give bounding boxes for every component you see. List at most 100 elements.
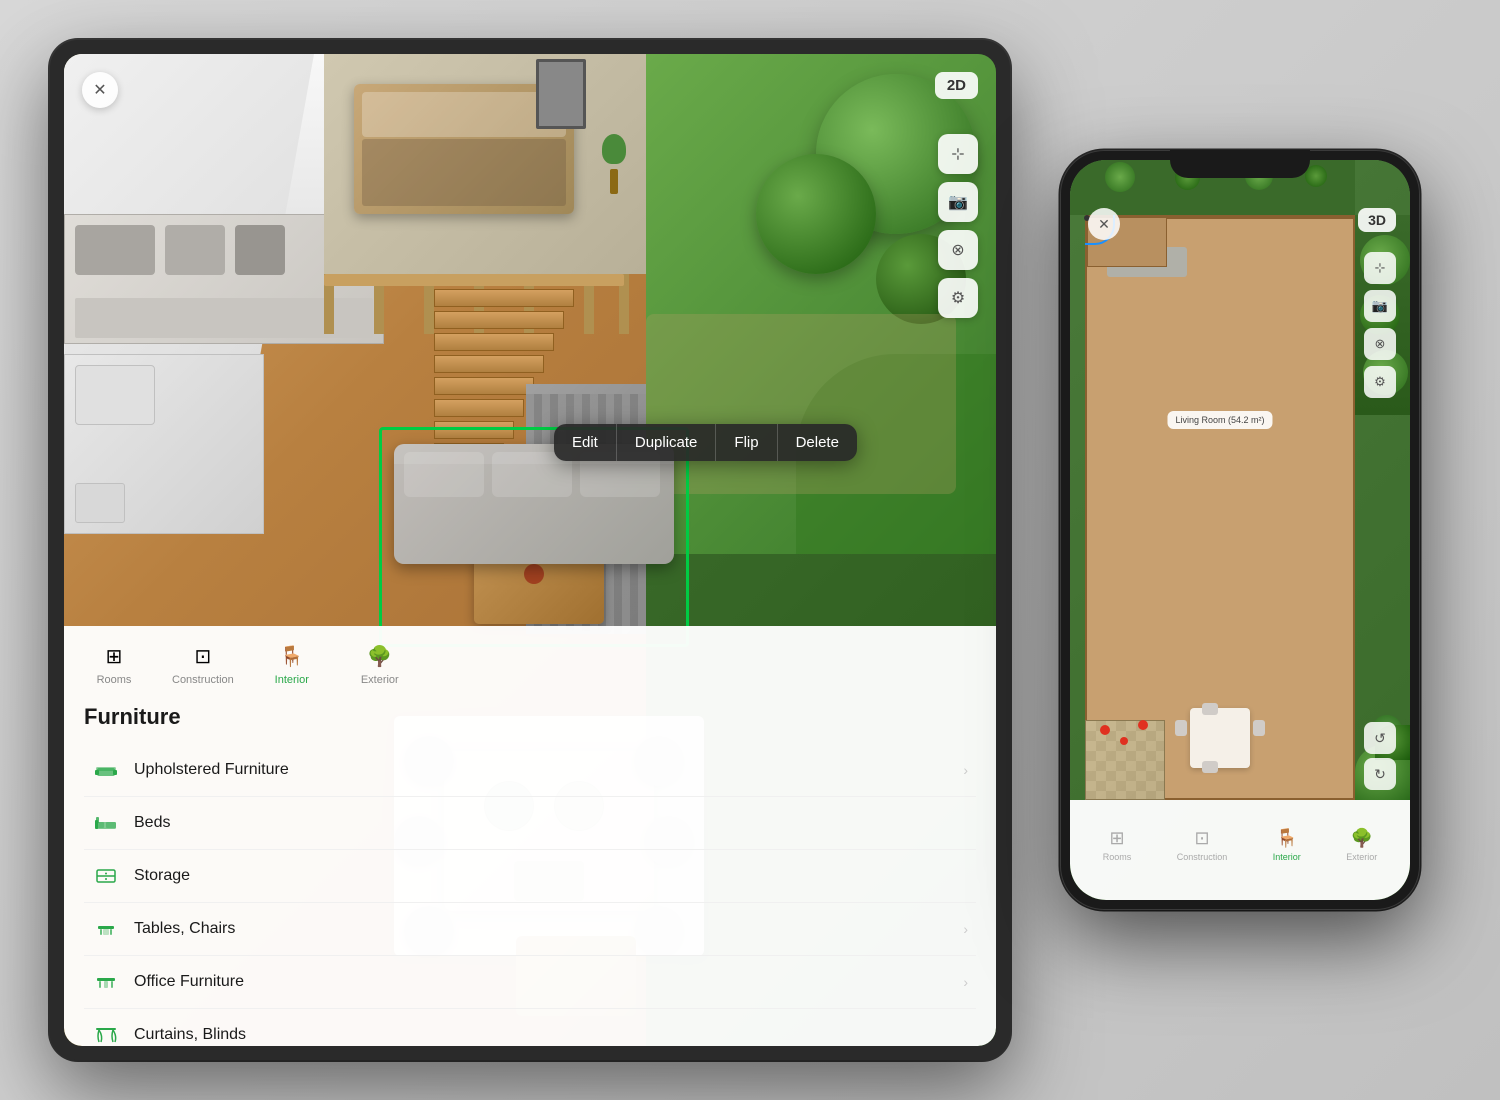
tablet-view-toggle[interactable]: 2D — [935, 72, 978, 99]
plant — [602, 134, 626, 194]
fp-chair-top — [1202, 703, 1218, 715]
appliance-3 — [235, 225, 285, 275]
fp-patio — [1085, 720, 1165, 800]
tablet-close-button[interactable]: ✕ — [82, 72, 118, 108]
furniture-item-office[interactable]: Office Furniture › — [84, 956, 976, 1009]
tables-chairs-icon — [92, 915, 120, 943]
phone-rooms-label: Rooms — [1103, 852, 1132, 862]
curtains-label: Curtains, Blinds — [134, 1026, 968, 1044]
room-label: Living Room (54.2 m²) — [1167, 411, 1272, 429]
upholstered-icon — [92, 756, 120, 784]
fp-tree-t1 — [1105, 162, 1135, 192]
phone-exterior-icon: 🌳 — [1351, 828, 1373, 849]
toolbar-settings-icon[interactable]: ⚙ — [938, 278, 978, 318]
tree-2 — [756, 154, 876, 274]
floor-main-2d: Living Room (54.2 m²) — [1085, 215, 1355, 800]
phone-undo-redo: ↺ ↻ — [1364, 722, 1396, 790]
fp-flower-3 — [1138, 720, 1148, 730]
phone-undo-button[interactable]: ↺ — [1364, 722, 1396, 754]
upper-floor — [324, 54, 646, 274]
toolbar-camera-icon[interactable]: 📷 — [938, 182, 978, 222]
stair-7 — [434, 421, 514, 439]
sofa — [394, 444, 674, 564]
fp-chair-bottom — [1202, 761, 1218, 773]
context-delete[interactable]: Delete — [777, 424, 857, 461]
interior-icon: 🪑 — [278, 642, 306, 670]
office-chevron: › — [963, 974, 968, 990]
phone-tab-construction[interactable]: ⊡ Construction — [1177, 828, 1228, 862]
curtains-icon — [92, 1021, 120, 1046]
furniture-item-tables-chairs[interactable]: Tables, Chairs › — [84, 903, 976, 956]
fp-flower-2 — [1120, 737, 1128, 745]
phone-close-button[interactable]: ✕ — [1088, 208, 1120, 240]
stair-4 — [434, 355, 544, 373]
furniture-list: Upholstered Furniture › — [84, 744, 976, 1046]
fp-dining-table — [1190, 708, 1250, 768]
table-item — [524, 564, 544, 584]
fp-dining-set — [1170, 698, 1270, 778]
phone-tab-rooms[interactable]: ⊞ Rooms — [1103, 828, 1132, 862]
construction-icon: ⊡ — [189, 642, 217, 670]
fp-chair-left — [1175, 720, 1187, 736]
phone-screen: Living Room (54.2 m²) — [1070, 160, 1410, 900]
furniture-item-storage[interactable]: Storage — [84, 850, 976, 903]
toolbar-layers-icon[interactable]: ⊗ — [938, 230, 978, 270]
tab-interior[interactable]: 🪑 Interior — [262, 642, 322, 686]
context-duplicate[interactable]: Duplicate — [616, 424, 716, 461]
phone-redo-button[interactable]: ↻ — [1364, 758, 1396, 790]
phone-tab-interior[interactable]: 🪑 Interior — [1273, 828, 1301, 862]
bathroom — [64, 354, 264, 534]
phone-right-toolbar: ⊹ 📷 ⊗ ⚙ — [1364, 252, 1396, 398]
appliance-1 — [75, 225, 155, 275]
beds-icon — [92, 809, 120, 837]
fp-flower-1 — [1100, 725, 1110, 735]
stair-1 — [434, 289, 574, 307]
tables-chairs-label: Tables, Chairs — [134, 920, 963, 938]
fp-tree-t4 — [1305, 165, 1327, 187]
tablet-bottom-panel: ⊞ Rooms ⊡ Construction 🪑 Interior 🌳 Exte… — [64, 626, 996, 1046]
office-icon — [92, 968, 120, 996]
stair-2 — [434, 311, 564, 329]
tab-construction-label: Construction — [172, 674, 234, 686]
stair-6 — [434, 399, 524, 417]
storage-label: Storage — [134, 867, 968, 885]
fp-corner-tl — [1070, 160, 1085, 215]
exterior-icon: 🌳 — [366, 642, 394, 670]
furniture-item-curtains[interactable]: Curtains, Blinds — [84, 1009, 976, 1046]
furniture-item-upholstered[interactable]: Upholstered Furniture › — [84, 744, 976, 797]
tablet-right-toolbar: ⊹ 📷 ⊗ ⚙ — [938, 134, 978, 318]
railing-top — [324, 274, 624, 286]
phone-notch — [1170, 150, 1310, 178]
office-label: Office Furniture — [134, 973, 963, 991]
bathtub — [75, 365, 155, 425]
stair-5 — [434, 377, 534, 395]
phone-layers-icon[interactable]: ⊗ — [1364, 328, 1396, 360]
tablet-screen: Edit Duplicate Flip Delete ✕ 2D ⊹ 📷 ⊗ ⚙ — [64, 54, 996, 1046]
phone-camera-icon[interactable]: 📷 — [1364, 290, 1396, 322]
tab-exterior-label: Exterior — [361, 674, 399, 686]
tab-rooms[interactable]: ⊞ Rooms — [84, 642, 144, 686]
patio-pattern — [1086, 721, 1164, 799]
phone-bottom-bar: ⊞ Rooms ⊡ Construction 🪑 Interior 🌳 Exte… — [1070, 800, 1410, 900]
phone-construction-icon: ⊡ — [1194, 828, 1209, 849]
context-menu: Edit Duplicate Flip Delete — [554, 424, 857, 461]
phone-settings-icon[interactable]: ⚙ — [1364, 366, 1396, 398]
phone-rooms-icon: ⊞ — [1109, 828, 1124, 849]
bed-blanket — [362, 139, 566, 206]
storage-icon — [92, 862, 120, 890]
phone-tab-exterior[interactable]: 🌳 Exterior — [1346, 828, 1377, 862]
fp-chair-right — [1253, 720, 1265, 736]
tab-construction[interactable]: ⊡ Construction — [172, 642, 234, 686]
tab-exterior[interactable]: 🌳 Exterior — [350, 642, 410, 686]
phone-view-toggle[interactable]: 3D — [1358, 208, 1396, 232]
phone-expand-icon[interactable]: ⊹ — [1364, 252, 1396, 284]
stair-3 — [434, 333, 554, 351]
phone-construction-label: Construction — [1177, 852, 1228, 862]
upholstered-chevron: › — [963, 762, 968, 778]
wall-picture — [536, 59, 586, 129]
beds-label: Beds — [134, 814, 968, 832]
toolbar-expand-icon[interactable]: ⊹ — [938, 134, 978, 174]
context-flip[interactable]: Flip — [715, 424, 776, 461]
context-edit[interactable]: Edit — [554, 424, 616, 461]
furniture-item-beds[interactable]: Beds — [84, 797, 976, 850]
